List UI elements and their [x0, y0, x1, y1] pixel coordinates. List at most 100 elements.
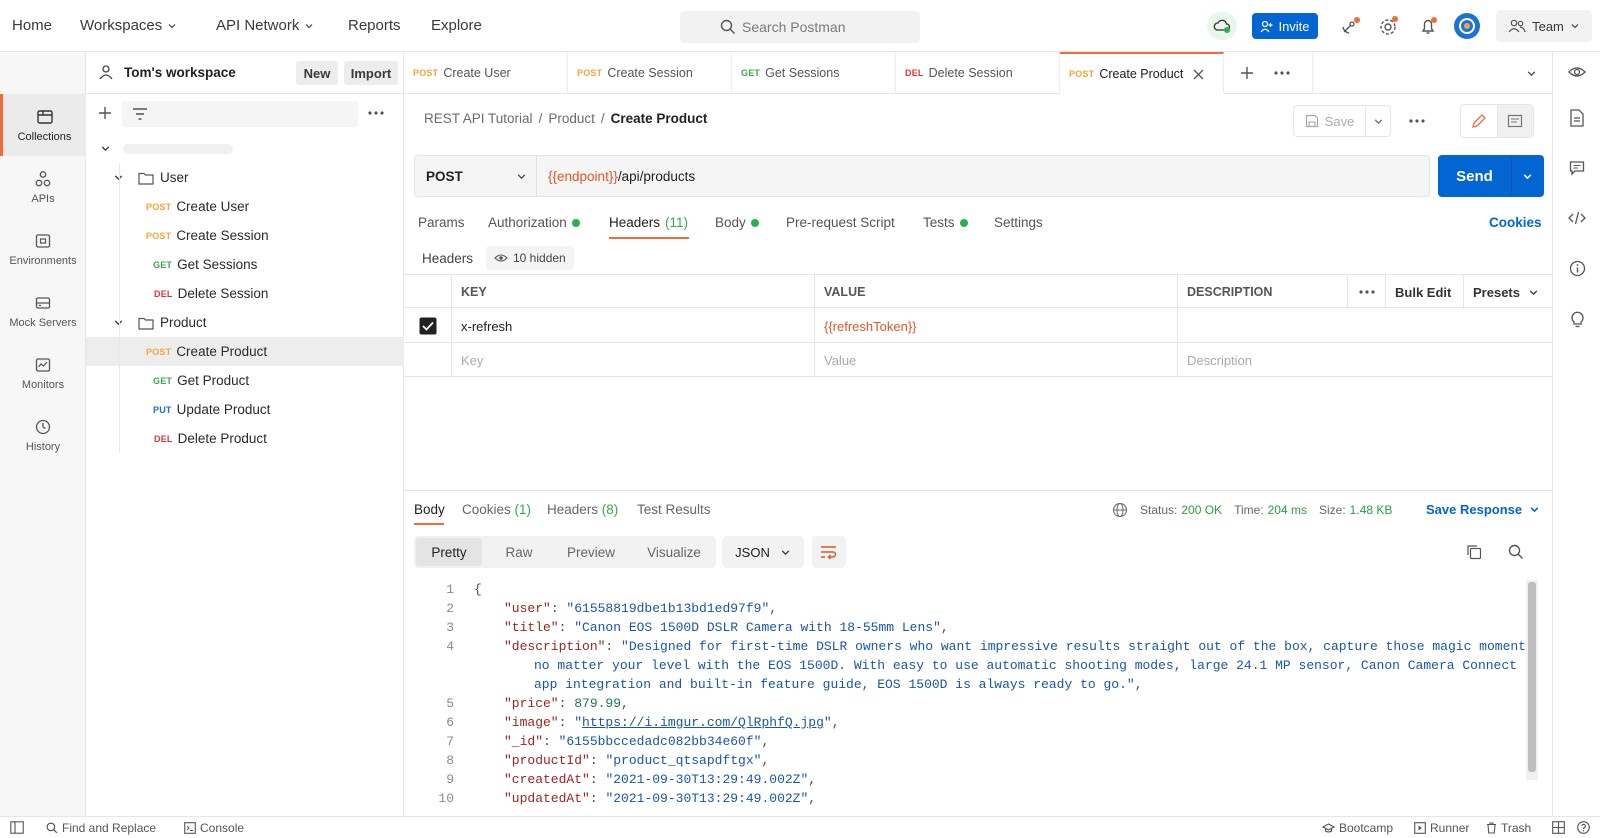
tree-item-delete-session[interactable]: DEL Delete Session	[86, 279, 404, 308]
header-value-cell[interactable]: {{refreshToken}}	[815, 309, 1178, 343]
new-description-input[interactable]: Description	[1178, 343, 1552, 377]
tab-body[interactable]: Body	[715, 215, 759, 230]
comment-mode-button[interactable]	[1497, 105, 1533, 137]
runner-button[interactable]: Runner	[1414, 821, 1469, 835]
nav-home[interactable]: Home	[12, 17, 52, 34]
tab-settings[interactable]: Settings	[994, 215, 1043, 230]
save-response-dropdown[interactable]: Save Response	[1426, 502, 1540, 517]
tree-item-update-product[interactable]: PUT Update Product	[86, 395, 404, 424]
rail-collections[interactable]: Collections	[0, 94, 86, 156]
column-options-button[interactable]	[1348, 275, 1386, 309]
json-link[interactable]: https://i.imgur.com/QlRphfQ.jpg	[582, 715, 824, 730]
import-button[interactable]: Import	[344, 61, 398, 85]
response-divider[interactable]	[404, 490, 1552, 491]
settings-button[interactable]	[1378, 15, 1400, 37]
breadcrumb-root[interactable]: REST API Tutorial	[424, 111, 533, 126]
folder-user[interactable]: User	[86, 163, 404, 192]
hidden-headers-toggle[interactable]: 10 hidden	[486, 246, 574, 270]
response-tab-test-results[interactable]: Test Results	[637, 502, 711, 517]
code-icon[interactable]	[1568, 211, 1586, 225]
nav-workspaces[interactable]: Workspaces	[80, 17, 177, 34]
more-tabs-icon[interactable]	[1274, 70, 1290, 76]
new-value-input[interactable]: Value	[815, 343, 1178, 377]
wrap-lines-button[interactable]	[812, 536, 846, 568]
breadcrumb-folder[interactable]: Product	[548, 111, 595, 126]
header-key-cell[interactable]: x-refresh	[452, 309, 815, 343]
header-description-cell[interactable]	[1178, 309, 1552, 343]
nav-explore[interactable]: Explore	[431, 17, 482, 34]
rail-mock-servers[interactable]: Mock Servers	[0, 280, 86, 342]
invite-button[interactable]: Invite	[1252, 13, 1318, 39]
tab-create-user[interactable]: POST Create User	[404, 52, 568, 94]
tab-create-session[interactable]: POST Create Session	[568, 52, 732, 94]
new-key-input[interactable]: Key	[452, 343, 815, 377]
more-options-icon[interactable]	[368, 110, 384, 116]
save-button[interactable]: Save	[1294, 106, 1366, 136]
bulk-edit-button[interactable]: Bulk Edit	[1386, 275, 1464, 309]
search-input[interactable]: Search Postman	[680, 11, 920, 43]
rail-apis[interactable]: APIs	[0, 156, 86, 218]
nav-api-network[interactable]: API Network	[216, 17, 314, 34]
tree-item-create-session[interactable]: POST Create Session	[86, 221, 404, 250]
tab-get-sessions[interactable]: GET Get Sessions	[732, 52, 896, 94]
info-icon[interactable]	[1569, 260, 1586, 277]
url-input[interactable]: {{endpoint}} /api/products	[548, 156, 695, 196]
toggle-sidebar-icon[interactable]	[10, 821, 24, 834]
rail-monitors[interactable]: Monitors	[0, 342, 86, 404]
chevron-down-icon[interactable]	[1373, 116, 1384, 127]
scrollbar-thumb[interactable]	[1528, 582, 1536, 772]
filter-input[interactable]	[122, 101, 358, 127]
nav-reports[interactable]: Reports	[348, 17, 401, 34]
tab-prerequest-script[interactable]: Pre-request Script	[786, 215, 895, 230]
satellite-button[interactable]	[1340, 16, 1362, 36]
chevron-down-icon[interactable]	[1522, 171, 1533, 182]
sync-status-button[interactable]	[1207, 12, 1237, 40]
tab-headers[interactable]: Headers (11)	[609, 215, 688, 230]
layout-icon[interactable]	[1552, 821, 1565, 834]
team-button[interactable]: Team	[1496, 10, 1592, 42]
status-badge[interactable]: 200 OK	[1181, 503, 1222, 517]
header-enabled-checkbox[interactable]	[404, 309, 452, 343]
tab-create-product[interactable]: POST Create Product	[1060, 52, 1224, 94]
rail-environments[interactable]: Environments	[0, 218, 86, 280]
scrollbar-track[interactable]	[1526, 580, 1538, 780]
comments-icon[interactable]	[1569, 160, 1585, 176]
close-icon[interactable]	[1193, 69, 1204, 80]
tree-item-create-user[interactable]: POST Create User	[86, 192, 404, 221]
lightbulb-icon[interactable]	[1570, 310, 1585, 328]
folder-product[interactable]: Product	[86, 308, 404, 337]
new-button[interactable]: New	[296, 61, 338, 85]
notifications-button[interactable]	[1418, 15, 1440, 37]
documentation-icon[interactable]	[1569, 109, 1585, 127]
view-preview-button[interactable]: Preview	[554, 538, 628, 566]
format-select[interactable]: JSON	[722, 536, 804, 568]
environment-chevron-down-icon[interactable]	[1526, 68, 1537, 79]
tab-params[interactable]: Params	[418, 215, 465, 230]
globe-icon[interactable]	[1112, 502, 1128, 518]
tab-authorization[interactable]: Authorization	[488, 215, 580, 230]
time-value[interactable]: 204 ms	[1268, 503, 1307, 517]
trash-button[interactable]: Trash	[1486, 821, 1531, 835]
view-raw-button[interactable]: Raw	[494, 538, 544, 566]
avatar[interactable]	[1454, 13, 1480, 39]
find-replace-button[interactable]: Find and Replace	[46, 821, 156, 835]
bootcamp-button[interactable]: Bootcamp	[1322, 821, 1393, 835]
size-value[interactable]: 1.48 KB	[1350, 503, 1393, 517]
eye-icon[interactable]	[1568, 65, 1586, 79]
cookies-link[interactable]: Cookies	[1489, 215, 1542, 230]
search-icon[interactable]	[1508, 544, 1524, 560]
tree-item-create-product[interactable]: POST Create Product	[86, 337, 404, 366]
tree-item-get-sessions[interactable]: GET Get Sessions	[86, 250, 404, 279]
presets-dropdown[interactable]: Presets	[1464, 275, 1552, 309]
tree-item-get-product[interactable]: GET Get Product	[86, 366, 404, 395]
response-tab-body[interactable]: Body	[414, 502, 445, 517]
tree-item-delete-product[interactable]: DEL Delete Product	[86, 424, 404, 453]
method-select[interactable]: POST	[415, 156, 537, 196]
view-pretty-button[interactable]: Pretty	[416, 538, 482, 566]
more-options-icon[interactable]	[1409, 118, 1425, 124]
tab-tests[interactable]: Tests	[923, 215, 968, 230]
send-button[interactable]: Send	[1438, 155, 1512, 197]
console-button[interactable]: Console	[184, 821, 244, 835]
response-tab-headers[interactable]: Headers (8)	[547, 502, 618, 517]
response-body-viewer[interactable]: 1 2 3 4 5 6 7 8 9 10 { "user": "61558819…	[404, 580, 1538, 810]
